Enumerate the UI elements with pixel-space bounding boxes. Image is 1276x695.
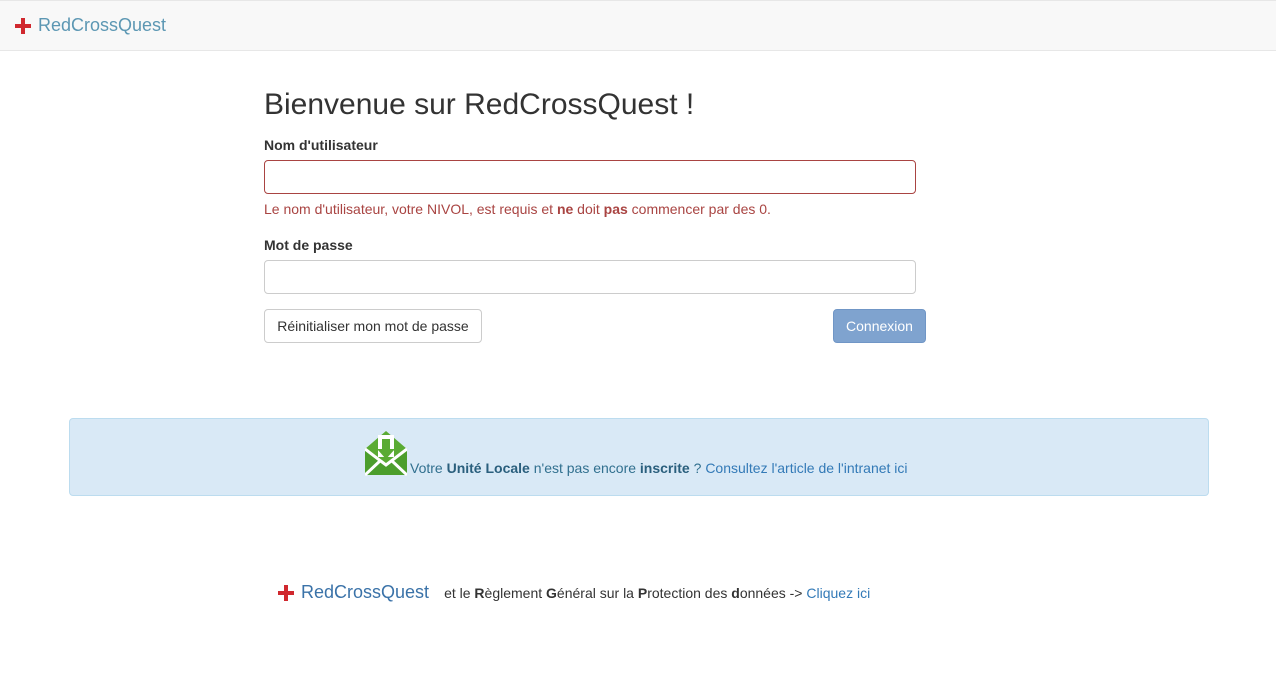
reset-password-button[interactable]: Réinitialiser mon mot de passe [264,309,482,343]
red-cross-icon [15,17,31,34]
info-alert-content: Votre Unité Locale n'est pas encore insc… [365,429,908,476]
login-button[interactable]: Connexion [833,309,926,343]
footer-gdpr-text: et le Règlement Général sur la Protectio… [444,584,871,601]
footer-brand-text: RedCrossQuest [301,582,430,602]
username-error-message: Le nom d'utilisateur, votre NIVOL, est r… [264,201,771,217]
navbar-brand-link[interactable]: RedCrossQuest [15,15,166,36]
info-alert-text: Votre Unité Locale n'est pas encore insc… [410,460,908,476]
page-title: Bienvenue sur RedCrossQuest ! [264,88,695,121]
footer: RedCrossQuest et le Règlement Général su… [278,582,870,603]
info-alert: Votre Unité Locale n'est pas encore insc… [69,418,1209,496]
intranet-article-link[interactable]: Consultez l'article de l'intranet ici [705,460,907,476]
gdpr-link[interactable]: Cliquez ici [806,585,870,601]
navbar: RedCrossQuest [0,0,1276,51]
password-label: Mot de passe [264,237,353,253]
red-cross-icon [278,584,294,601]
password-input[interactable] [264,260,916,294]
mail-download-icon [365,431,407,476]
username-label: Nom d'utilisateur [264,137,378,153]
navbar-brand-text: RedCrossQuest [38,15,167,35]
username-input[interactable] [264,160,916,194]
